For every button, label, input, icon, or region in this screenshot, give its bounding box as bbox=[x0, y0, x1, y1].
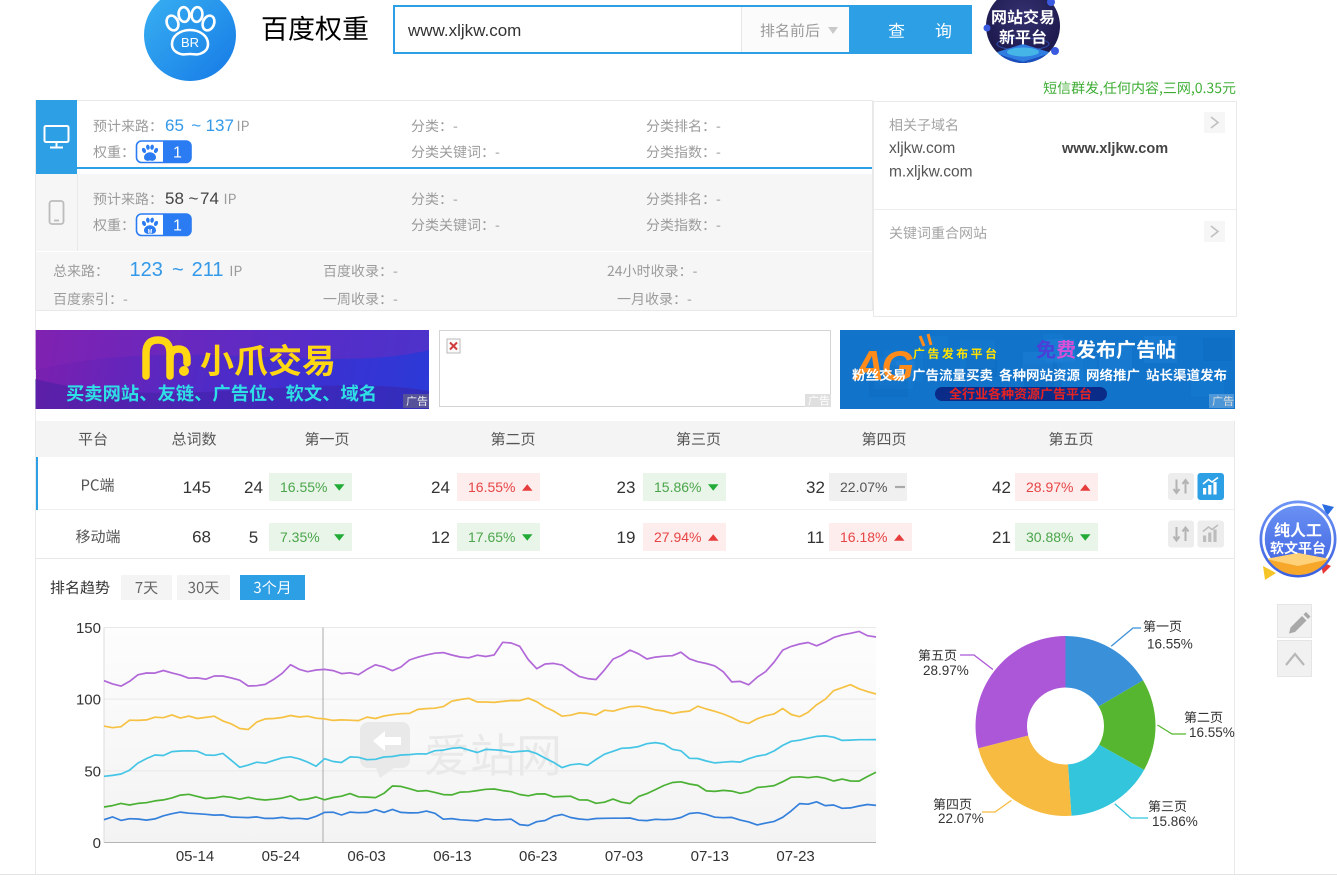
svg-text:12: 12 bbox=[431, 528, 450, 547]
svg-text:5: 5 bbox=[249, 528, 258, 547]
svg-text:50: 50 bbox=[84, 763, 101, 780]
svg-text:~: ~ bbox=[172, 259, 184, 281]
svg-text:24: 24 bbox=[244, 478, 263, 497]
svg-text:22.07%: 22.07% bbox=[938, 811, 984, 826]
svg-text:24: 24 bbox=[431, 478, 450, 497]
svg-text:~: ~ bbox=[191, 116, 201, 135]
svg-text:19: 19 bbox=[617, 528, 636, 547]
svg-text:145: 145 bbox=[183, 478, 211, 497]
svg-text:BR: BR bbox=[181, 35, 199, 50]
svg-text:100: 100 bbox=[76, 692, 101, 709]
svg-text:22.07%: 22.07% bbox=[840, 479, 887, 495]
svg-text:16.55%: 16.55% bbox=[1189, 725, 1235, 740]
svg-text:7.35%: 7.35% bbox=[280, 529, 320, 545]
svg-text:07-23: 07-23 bbox=[776, 848, 814, 865]
svg-text:16.18%: 16.18% bbox=[840, 529, 887, 545]
svg-text:15.86%: 15.86% bbox=[654, 479, 701, 495]
svg-text:27.94%: 27.94% bbox=[654, 529, 701, 545]
svg-text:42: 42 bbox=[992, 478, 1011, 497]
svg-text:www.xljkw.com: www.xljkw.com bbox=[1061, 141, 1168, 157]
svg-text:06-23: 06-23 bbox=[519, 848, 557, 865]
svg-text:32: 32 bbox=[806, 478, 825, 497]
svg-text:21: 21 bbox=[992, 528, 1011, 547]
svg-text:65: 65 bbox=[165, 116, 184, 135]
svg-text:1: 1 bbox=[173, 145, 182, 162]
svg-text:1: 1 bbox=[173, 218, 182, 235]
svg-text:xljkw.com: xljkw.com bbox=[889, 140, 955, 157]
svg-text:211: 211 bbox=[192, 259, 224, 281]
svg-text:0: 0 bbox=[93, 835, 101, 852]
svg-text:06-13: 06-13 bbox=[433, 848, 471, 865]
svg-text:M: M bbox=[148, 229, 153, 235]
svg-text:123: 123 bbox=[130, 259, 163, 281]
svg-text:07-03: 07-03 bbox=[605, 848, 643, 865]
svg-text:150: 150 bbox=[76, 620, 101, 637]
svg-text:15.86%: 15.86% bbox=[1152, 814, 1198, 829]
svg-text:06-03: 06-03 bbox=[347, 848, 385, 865]
svg-text:AG: AG bbox=[853, 342, 913, 389]
svg-text:28.97%: 28.97% bbox=[1026, 479, 1073, 495]
svg-text:28.97%: 28.97% bbox=[923, 663, 969, 678]
svg-text:~: ~ bbox=[189, 189, 199, 208]
svg-text:30.88%: 30.88% bbox=[1026, 529, 1073, 545]
svg-text:17.65%: 17.65% bbox=[468, 529, 515, 545]
svg-text:68: 68 bbox=[192, 528, 211, 547]
svg-text:16.55%: 16.55% bbox=[1147, 637, 1193, 652]
svg-text:05-24: 05-24 bbox=[262, 848, 300, 865]
svg-text:m.xljkw.com: m.xljkw.com bbox=[889, 164, 973, 181]
svg-text:07-13: 07-13 bbox=[691, 848, 729, 865]
svg-text:74: 74 bbox=[200, 189, 219, 208]
svg-text:11: 11 bbox=[807, 528, 825, 547]
svg-text:16.55%: 16.55% bbox=[468, 479, 515, 495]
svg-text:23: 23 bbox=[617, 478, 636, 497]
svg-text:58: 58 bbox=[165, 189, 184, 208]
svg-text:www.xljkw.com: www.xljkw.com bbox=[407, 21, 521, 40]
svg-text:05-14: 05-14 bbox=[176, 848, 214, 865]
svg-text:137: 137 bbox=[206, 116, 234, 135]
svg-text:16.55%: 16.55% bbox=[280, 479, 327, 495]
